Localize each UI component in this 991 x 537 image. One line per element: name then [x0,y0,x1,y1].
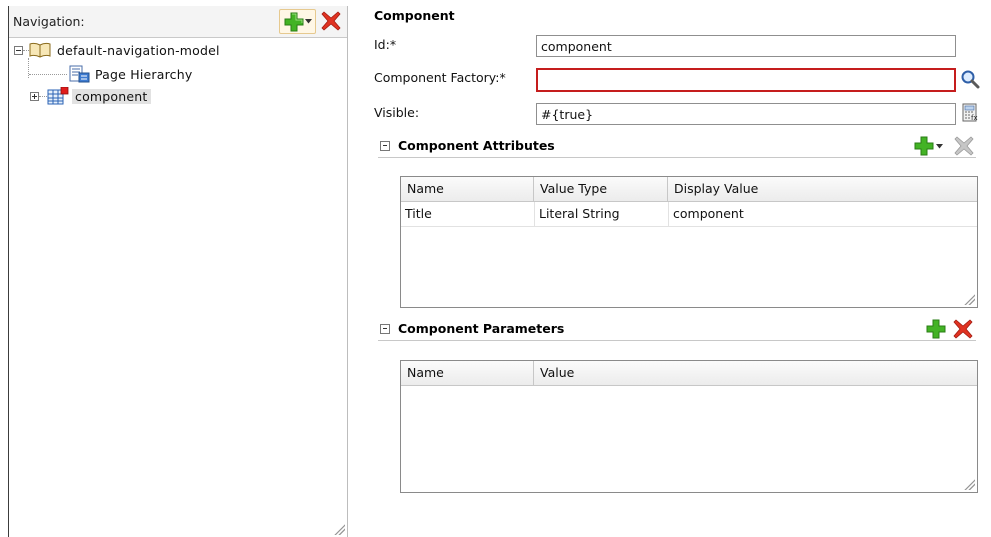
column-header-name[interactable]: Name [401,177,534,201]
component-parameters-table: Name Value [400,360,978,493]
tree-node-navigation-model[interactable]: default-navigation-model [14,41,220,59]
component-attributes-section: Component Attributes [378,135,976,158]
cell-name: Title [405,206,432,221]
search-icon[interactable] [960,69,980,89]
column-header-value-type[interactable]: Value Type [534,177,668,201]
table-header: Name Value [401,361,977,386]
id-label: Id:* [374,37,397,52]
resize-grip[interactable] [333,523,345,535]
svg-text:fx: fx [971,114,978,122]
component-factory-field[interactable] [536,68,956,92]
collapse-toggle[interactable] [14,45,23,55]
component-attributes-table: Name Value Type Display Value Title Lite… [400,176,978,308]
column-header-display-value[interactable]: Display Value [668,177,977,201]
dropdown-arrow-icon [936,144,943,149]
tree-node-label: default-navigation-model [57,42,220,58]
tree-node-label: Page Hierarchy [95,66,193,82]
expression-builder-icon[interactable]: fx [961,103,979,123]
navigation-header: Navigation: [9,6,347,38]
component-parameters-section: Component Parameters [378,318,976,341]
delete-icon[interactable] [953,319,973,339]
add-icon [284,12,304,32]
tree-node-label-selected: component [72,88,151,104]
add-icon[interactable] [926,319,946,339]
cell-display-value: component [668,202,977,226]
collapse-toggle[interactable] [380,141,390,151]
component-grid-icon [47,87,69,105]
add-icon [914,136,934,156]
tree-node-page-hierarchy[interactable]: Page Hierarchy [68,65,192,83]
visible-field[interactable]: #{true} [536,103,956,125]
page-hierarchy-icon [69,65,90,83]
delete-icon-disabled[interactable] [954,136,974,156]
section-title: Component Attributes [398,138,555,153]
add-navigation-item-button[interactable] [279,9,316,34]
table-row[interactable]: Title Literal String component [401,202,977,226]
navigation-panel: Navigation: default-navigation-model Pag… [0,0,356,537]
cell-value-type: Literal String [534,202,668,226]
collapse-toggle[interactable] [380,324,390,334]
tree-node-component[interactable]: component [30,87,151,105]
resize-grip[interactable] [963,293,975,305]
resize-grip[interactable] [963,478,975,490]
section-title: Component Parameters [398,321,565,336]
dropdown-arrow-icon [305,19,312,24]
visible-label: Visible: [374,105,420,120]
id-field[interactable]: component [536,35,956,57]
delete-navigation-item-button[interactable] [319,9,343,32]
navigation-title: Navigation: [13,14,85,29]
component-heading: Component [374,8,455,23]
expand-toggle[interactable] [30,91,39,101]
column-header-name[interactable]: Name [401,361,534,385]
panel-border [8,6,9,537]
delete-icon [321,11,341,31]
book-icon [29,42,51,58]
column-header-value[interactable]: Value [534,361,977,385]
panel-divider [347,6,348,537]
table-header: Name Value Type Display Value [401,177,977,202]
add-attribute-button[interactable] [914,135,948,157]
component-factory-label: Component Factory:* [374,70,506,85]
